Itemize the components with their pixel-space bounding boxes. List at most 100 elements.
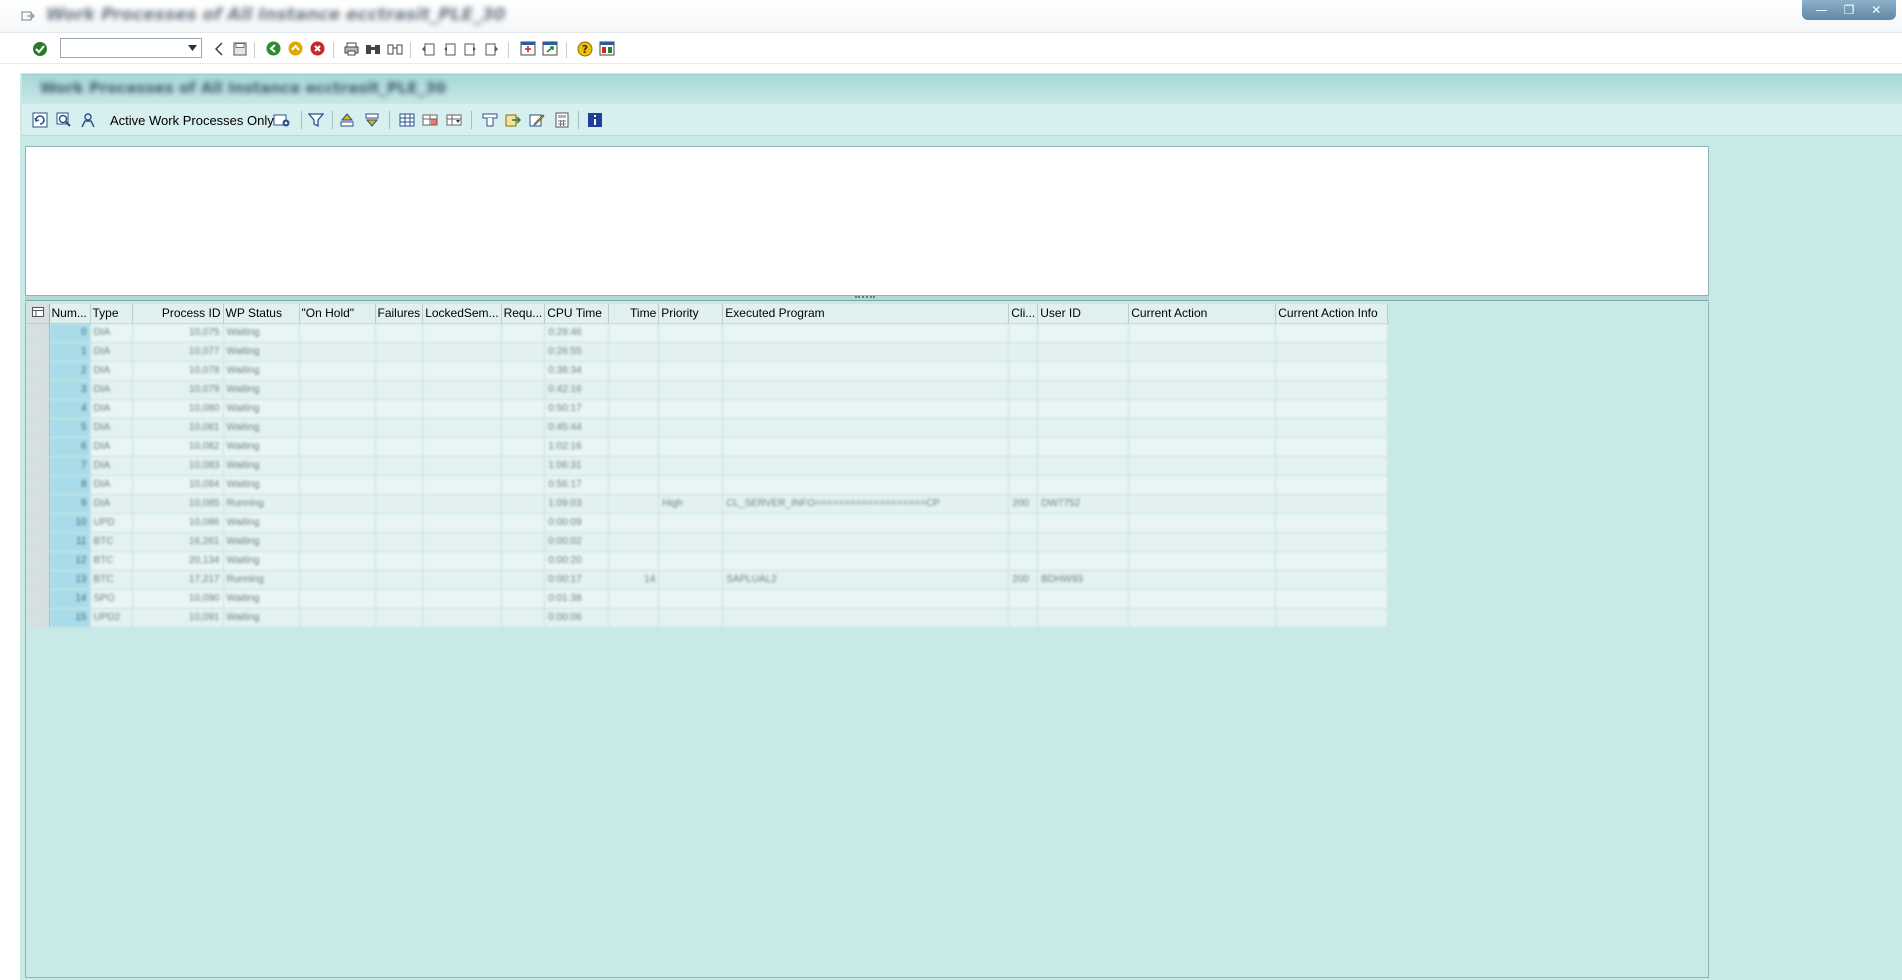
shortcut-icon[interactable] [541,40,558,57]
calculator-icon[interactable] [553,111,571,129]
settings-icon[interactable] [273,111,291,129]
row-selector[interactable] [27,570,50,590]
row-selector[interactable] [27,589,50,609]
enter-icon[interactable] [31,40,48,57]
next-page-icon[interactable] [462,40,479,57]
customize-layout-icon[interactable] [598,40,615,57]
user-icon[interactable] [79,111,97,129]
table-cell [722,361,1010,381]
column-header[interactable]: "On Hold" [299,304,376,324]
row-selector[interactable] [27,513,50,533]
maximize-icon[interactable]: ❐ [1841,4,1857,16]
row-selector[interactable] [27,399,50,419]
filter-icon[interactable] [307,111,325,129]
column-header[interactable]: Num... [49,304,91,324]
column-header[interactable]: Requ... [501,304,546,324]
row-selector[interactable] [27,437,50,457]
help-icon[interactable]: ? [576,40,593,57]
table-row[interactable]: 9 DIA 10,085 Running 1:09:03 High CL_SERVER_IN… [27,494,1389,514]
column-header[interactable]: Current Action [1128,304,1277,324]
cancel-icon[interactable] [309,40,326,57]
print-icon[interactable] [343,40,360,57]
chevron-down-icon[interactable] [183,39,201,57]
column-header[interactable]: Current Action Info [1275,304,1389,324]
table-row[interactable]: 15 UPD2 10,091 Waiting 0:00:06 [27,608,1389,628]
table-row[interactable]: 6 DIA 10,082 Waiting 1:02:16 [27,437,1389,457]
row-selector[interactable] [27,342,50,362]
print-preview-icon[interactable] [481,111,499,129]
table-row[interactable]: 14 SPO 10,090 Waiting 0:01:38 [27,589,1389,609]
active-work-processes-only-button[interactable]: Active Work Processes Only [110,113,274,128]
table-row[interactable]: 2 DIA 10,078 Waiting 0:38:34 [27,361,1389,381]
find-icon[interactable] [364,40,381,57]
command-field[interactable] [60,38,202,58]
column-header[interactable]: Failures [375,304,424,324]
save-icon[interactable] [231,40,248,57]
table-row[interactable]: 7 DIA 10,083 Waiting 1:06:31 [27,456,1389,476]
exit-icon[interactable] [287,40,304,57]
sort-ascending-icon[interactable] [338,111,356,129]
details-icon[interactable] [55,111,73,129]
first-page-icon[interactable] [420,40,437,57]
back-green-icon[interactable] [265,40,282,57]
table-cell: 200 [1008,570,1039,590]
table-cell: 1:09:03 [544,494,610,514]
table-row[interactable]: 3 DIA 10,079 Waiting 0:42:16 [27,380,1389,400]
splitter-grip-icon[interactable] [855,296,875,300]
row-selector[interactable] [27,532,50,552]
export-icon[interactable] [504,111,522,129]
table-row[interactable]: 8 DIA 10,084 Waiting 0:56:17 [27,475,1389,495]
table-cell [1275,475,1389,495]
column-header[interactable]: User ID [1037,304,1130,324]
table-cell [608,494,660,514]
table-row[interactable]: 5 DIA 10,081 Waiting 0:45:44 [27,418,1389,438]
column-header[interactable]: Type [90,304,133,324]
column-header[interactable]: Time [608,304,660,324]
table-row[interactable]: 1 DIA 10,077 Waiting 0:26:55 [27,342,1389,362]
row-selector[interactable] [27,475,50,495]
last-page-icon[interactable] [483,40,500,57]
table-cell [299,570,376,590]
table-cell [1275,608,1389,628]
column-header[interactable]: WP Status [223,304,300,324]
table-layout-icon[interactable] [398,111,416,129]
table-row[interactable]: 0 DIA 10,075 Waiting 0:29:46 [27,323,1389,343]
column-header[interactable]: Process ID [132,304,224,324]
table-row[interactable]: 12 BTC 20,134 Waiting 0:00:20 [27,551,1389,571]
row-selector[interactable] [27,551,50,571]
table-cell [299,456,376,476]
command-input[interactable] [63,40,181,56]
table-cell: DIA [90,437,133,457]
close-icon[interactable]: ✕ [1868,4,1884,16]
column-header[interactable]: CPU Time [544,304,610,324]
create-session-icon[interactable] [519,40,536,57]
table-row[interactable]: 11 BTC 16,261 Waiting 0:00:02 [27,532,1389,552]
row-selector[interactable] [27,456,50,476]
info-icon[interactable] [586,111,604,129]
row-selector[interactable] [27,380,50,400]
row-selector[interactable] [27,361,50,381]
previous-page-icon[interactable] [441,40,458,57]
table-cell [422,380,502,400]
row-selector[interactable] [27,494,50,514]
table-row[interactable]: 10 UPD 10,086 Waiting 0:00:09 [27,513,1389,533]
column-header[interactable]: Executed Program [722,304,1010,324]
column-header[interactable]: Cli... [1008,304,1039,324]
table-row[interactable]: 13 BTC 17,217 Running 0:00:17 14 SAPLUAL2 200 BD… [27,570,1389,590]
row-selector[interactable] [27,323,50,343]
column-header[interactable]: LockedSem... [422,304,502,324]
refresh-icon[interactable] [31,111,49,129]
row-selector[interactable] [27,418,50,438]
row-selector[interactable] [27,608,50,628]
select-layout-icon[interactable] [445,111,463,129]
sort-descending-icon[interactable] [363,111,381,129]
edit-icon[interactable] [528,111,546,129]
column-layout-icon[interactable] [421,111,439,129]
column-header[interactable]: Priority [658,304,724,324]
window-menu-icon[interactable] [20,9,36,23]
back-icon[interactable] [210,40,227,57]
find-next-icon[interactable] [386,40,403,57]
table-row[interactable]: 4 DIA 10,080 Waiting 0:50:17 [27,399,1389,419]
select-all-icon[interactable] [27,304,50,324]
minimize-icon[interactable]: — [1814,4,1830,16]
